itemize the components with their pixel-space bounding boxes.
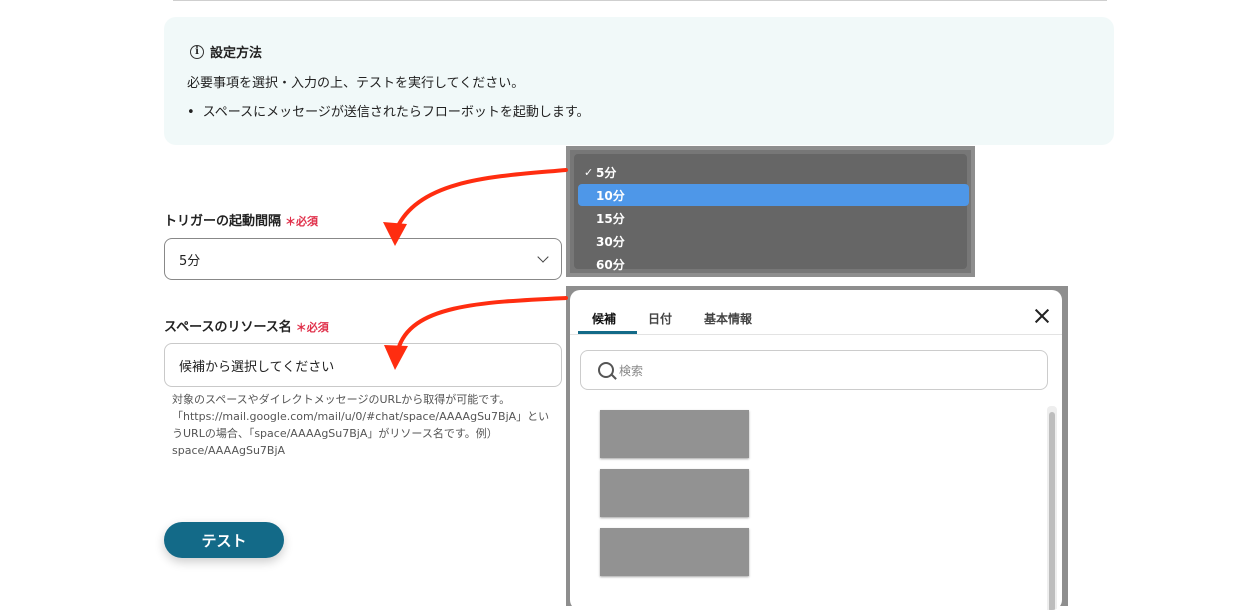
annotation-arrows — [383, 168, 568, 370]
arrowhead-2-icon — [384, 345, 408, 370]
annotation-arrow-2 — [396, 296, 568, 352]
annotation-arrow-1 — [395, 168, 568, 230]
arrowhead-1-icon — [383, 222, 407, 246]
